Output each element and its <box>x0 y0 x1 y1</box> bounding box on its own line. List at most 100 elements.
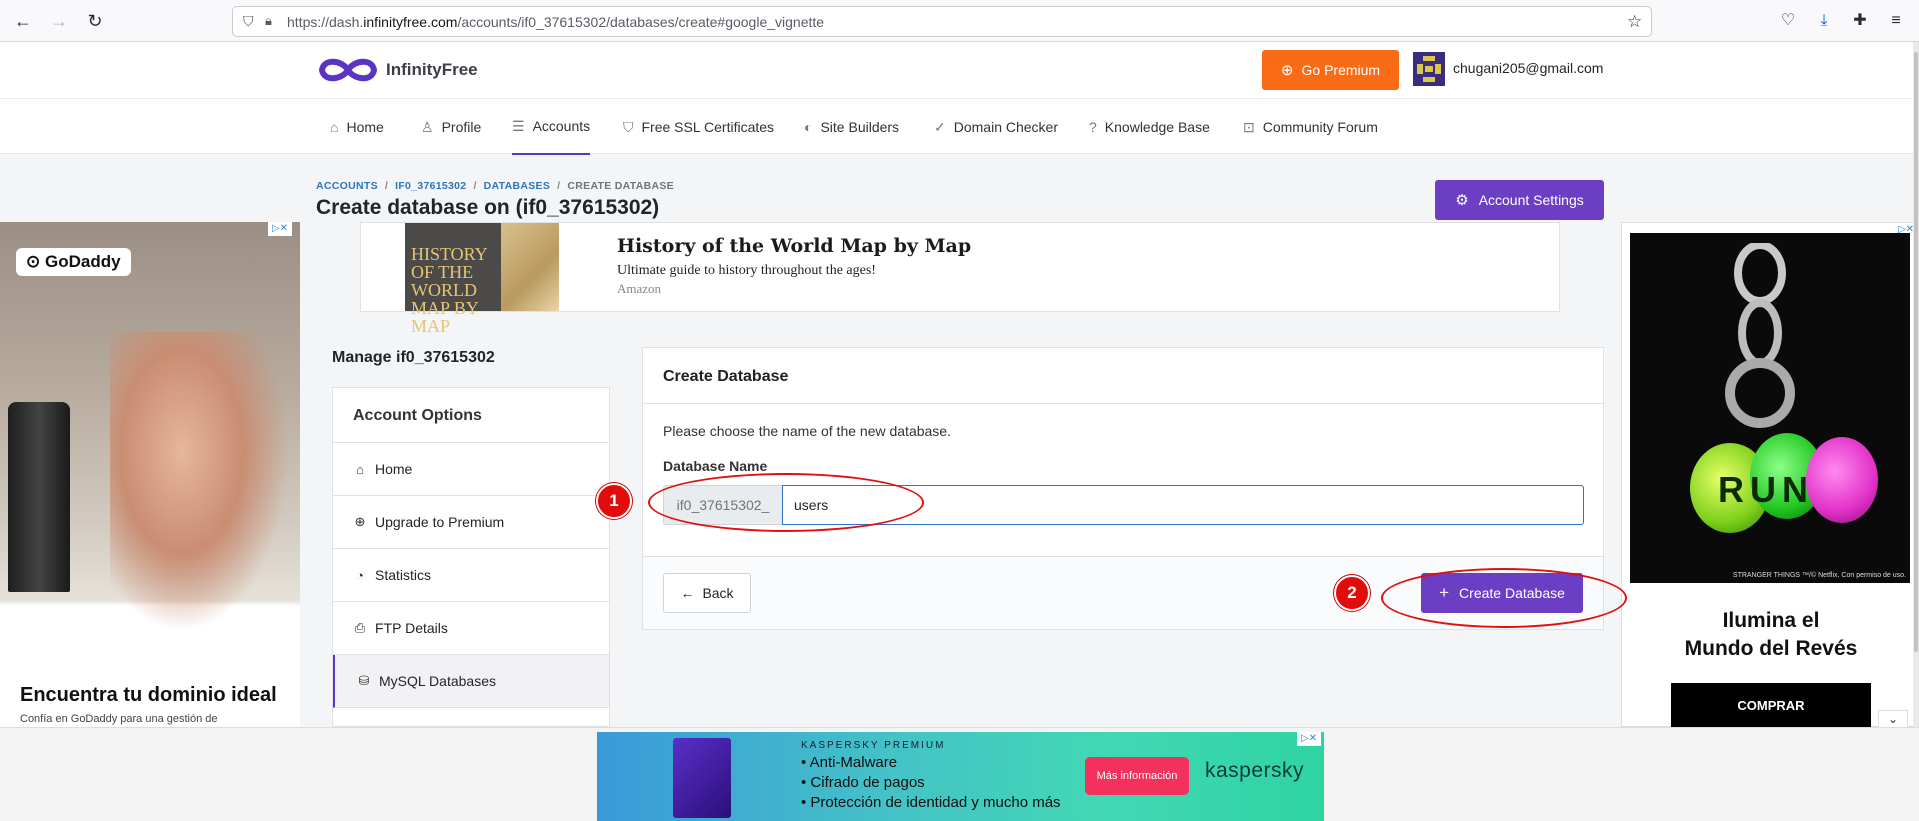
account-settings-label: Account Settings <box>1478 192 1584 208</box>
ad-bullet: • Cifrado de pagos <box>801 774 925 791</box>
go-premium-button[interactable]: ⊕ Go Premium <box>1262 50 1399 90</box>
manage-title: Manage if0_37615302 <box>332 349 495 366</box>
file-upload-icon: ⎙ <box>354 620 366 635</box>
ad-top[interactable]: HISTORY OF THE WORLD MAP BY MAP History … <box>360 222 1560 335</box>
map-image <box>501 223 559 311</box>
ad-top-title: History of the World Map by Map <box>617 235 972 257</box>
mas-informacion-button[interactable]: Más información <box>1085 757 1189 795</box>
form-description: Please choose the name of the new databa… <box>663 423 951 439</box>
annotation-ellipse-button <box>1381 568 1627 628</box>
ad-top-source: Amazon <box>617 281 662 296</box>
site-logo[interactable]: InfinityFree <box>316 54 478 86</box>
sidebar-item-mysql-databases[interactable]: ⛁ MySQL Databases <box>333 655 609 708</box>
ad-left-sub: Confía en GoDaddy para una gestión de <box>20 713 218 725</box>
brand-name: InfinityFree <box>386 60 478 79</box>
shield-icon: ⛉ <box>623 118 634 135</box>
ad-bullet: • Anti-Malware <box>801 754 898 771</box>
ad-bottom[interactable]: KASPERSKY PREMIUM • Anti-Malware • Cifra… <box>597 732 1324 821</box>
kaspersky-logo: kaspersky <box>1205 759 1305 782</box>
page-title: Create database on (if0_37615302) <box>316 196 660 219</box>
godaddy-icon: ⊙ <box>26 252 41 271</box>
gear-icon: ⚙ <box>1455 192 1469 209</box>
adchoices-icon[interactable]: ▷✕ <box>1297 732 1321 746</box>
card-title: Create Database <box>663 368 789 385</box>
extensions-icon[interactable]: ✚ <box>1849 10 1871 32</box>
ad-right[interactable]: ▷✕ RUN STRANGER THINGS ™/© Netflix. Con … <box>1621 222 1919 728</box>
nav-item-knowledge-base[interactable]: ? Knowledge Base <box>1089 99 1210 155</box>
back-arrow-icon[interactable]: ← <box>12 10 34 32</box>
sidebar-item-statistics[interactable]: ◔ Statistics <box>333 549 609 602</box>
sidebar-item-ftp-details[interactable]: ⎙ FTP Details <box>333 602 609 655</box>
ad-right-headline: Ilumina el Mundo del Revés <box>1684 609 1858 660</box>
breadcrumb-current: CREATE DATABASE <box>567 180 674 192</box>
book-cover-image: HISTORY OF THE WORLD MAP BY MAP <box>405 223 501 335</box>
account-options-header: Account Options <box>333 388 609 443</box>
godaddy-logo: ⊙ GoDaddy <box>16 248 131 276</box>
ad-top-description: Ultimate guide to history throughout the… <box>617 263 876 278</box>
shield-icon[interactable]: ⛉ <box>243 13 254 30</box>
back-button[interactable]: ← Back <box>663 573 751 613</box>
nav-item-accounts[interactable]: ☰ Accounts <box>512 99 591 155</box>
pie-chart-icon: ◔ <box>356 567 364 583</box>
scrollbar-thumb[interactable] <box>1914 52 1918 652</box>
address-bar[interactable]: ⛉ 🔒︎ https://dash.infinityfree.com/accou… <box>232 6 1652 37</box>
account-settings-button[interactable]: ⚙ Account Settings <box>1435 180 1604 220</box>
nav-item-free-ssl[interactable]: ⛉ Free SSL Certificates <box>623 99 774 155</box>
user-email[interactable]: chugani205@gmail.com <box>1453 60 1603 76</box>
nav-item-domain-checker[interactable]: ✓ Domain Checker <box>934 99 1058 155</box>
pendant-image: RUN STRANGER THINGS ™/© Netflix. Con per… <box>1630 233 1910 583</box>
go-premium-label: Go Premium <box>1301 62 1381 78</box>
lock-icon[interactable]: 🔒︎ <box>265 13 272 29</box>
home-icon: ⌂ <box>356 461 364 477</box>
annotation-ellipse-input <box>648 473 924 532</box>
menu-icon[interactable]: ≡ <box>1885 10 1907 32</box>
arrow-up-circle-icon: ⊕ <box>1280 62 1294 79</box>
server-icon: ☰ <box>512 117 525 134</box>
pendant-chain-icon <box>1725 243 1795 428</box>
ad-left-headline: Encuentra tu dominio ideal <box>20 684 277 706</box>
site-header: InfinityFree ⊕ Go Premium chugani205@gma… <box>0 42 1919 98</box>
breadcrumb-databases[interactable]: DATABASES <box>484 180 550 192</box>
palette-icon: ◐ <box>804 119 813 135</box>
downloads-icon[interactable]: ⤓ <box>1813 10 1835 32</box>
ad-hand-image <box>110 332 290 632</box>
database-name-label: Database Name <box>663 458 768 474</box>
home-icon: ⌂ <box>330 119 339 135</box>
infinity-logo-icon <box>318 58 378 82</box>
avatar-pattern-icon <box>1413 52 1445 86</box>
breadcrumb: ACCOUNTS / IF0_37615302/DATABASES / CREATE D… <box>316 180 674 192</box>
question-circle-icon: ? <box>1089 119 1097 135</box>
orb-text: RUN <box>1718 469 1814 510</box>
user-icon: ♙ <box>421 118 434 135</box>
pink-orb-image <box>1806 437 1878 523</box>
reload-icon[interactable]: ↻ <box>84 10 106 32</box>
nav-item-community-forum[interactable]: ⊡ Community Forum <box>1243 99 1378 155</box>
ad-left[interactable]: ⊙ GoDaddy Encuentra tu dominio ideal Con… <box>0 222 300 727</box>
breadcrumb-account[interactable]: IF0_37615302 <box>395 180 466 192</box>
kaspersky-box-image <box>673 738 731 818</box>
url-text: https://dash.infinityfree.com/accounts/i… <box>287 14 825 30</box>
sidebar-item-upgrade[interactable]: ⊕ Upgrade to Premium <box>333 496 609 549</box>
chevron-down-icon[interactable]: ⌄ <box>1878 710 1908 728</box>
adchoices-icon[interactable]: ▷✕ <box>268 222 292 236</box>
annotation-marker-2: 2 <box>1334 575 1370 611</box>
back-label: Back <box>702 585 734 601</box>
divider <box>643 403 1603 404</box>
avatar[interactable] <box>1413 52 1445 86</box>
pocket-icon[interactable]: ♡ <box>1777 10 1799 32</box>
nav-item-profile[interactable]: ♙ Profile <box>421 99 481 155</box>
sidebar-item-home[interactable]: ⌂ Home <box>333 443 609 496</box>
database-icon: ⛁ <box>358 673 370 688</box>
nav-item-site-builders[interactable]: ◐ Site Builders <box>804 99 899 155</box>
book-cover-text: HISTORY OF THE WORLD MAP BY MAP <box>411 244 488 336</box>
ad-bullet: • Protección de identidad y mucho más <box>801 794 1061 811</box>
forward-arrow-icon[interactable]: → <box>48 10 70 32</box>
nav-item-home[interactable]: ⌂ Home <box>330 99 384 155</box>
ad-credit: STRANGER THINGS ™/© Netflix. Con permiso… <box>1732 572 1906 579</box>
breadcrumb-accounts[interactable]: ACCOUNTS <box>316 180 378 192</box>
account-options-card: Account Options ⌂ Home ⊕ Upgrade to Premiu… <box>332 387 610 727</box>
browser-toolbar: ← → ↻ ⛉ 🔒︎ https://dash.infinityfree.com… <box>0 0 1919 42</box>
comprar-button[interactable]: COMPRAR <box>1671 683 1871 728</box>
bookmark-star-icon[interactable]: ☆ <box>1627 12 1642 32</box>
arrow-up-circle-icon: ⊕ <box>354 514 366 529</box>
